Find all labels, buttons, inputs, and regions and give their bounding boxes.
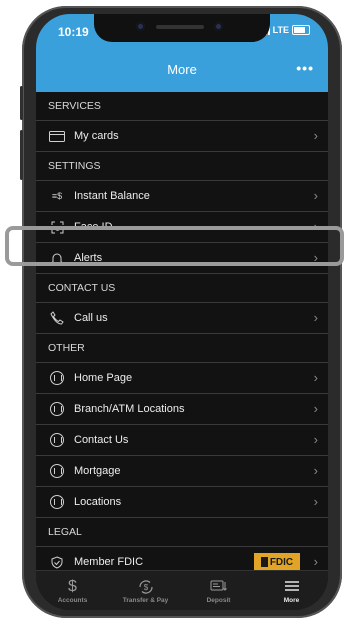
section-header-other: OTHER <box>36 334 328 363</box>
chevron-right-icon: › <box>313 463 318 478</box>
fdic-badge: FDIC <box>254 553 300 571</box>
battery-icon <box>292 25 310 35</box>
menu-item-label: My cards <box>74 130 119 142</box>
menu-item-instant-balance[interactable]: ≡$ Instant Balance › <box>36 181 328 212</box>
tab-transfer-pay[interactable]: $ Transfer & Pay <box>109 571 182 610</box>
menu-item-contact-us[interactable]: Contact Us › <box>36 425 328 456</box>
network-label: LTE <box>272 25 289 35</box>
menu-item-branch-atm[interactable]: Branch/ATM Locations › <box>36 394 328 425</box>
chevron-right-icon: › <box>313 128 318 143</box>
hamburger-menu-icon <box>284 579 300 595</box>
menu-item-label: Instant Balance <box>74 190 150 202</box>
page-title: More <box>167 61 197 77</box>
section-header-contact: CONTACT US <box>36 274 328 303</box>
menu-item-my-cards[interactable]: My cards › <box>36 121 328 152</box>
menu-item-label: Locations <box>74 496 122 508</box>
more-menu-list: SERVICES My cards › SETTINGS ≡$ Instant … <box>36 92 328 578</box>
transfer-icon: $ <box>137 579 155 595</box>
phone-notch <box>94 14 270 42</box>
bank-icon <box>48 495 66 509</box>
chevron-right-icon: › <box>313 432 318 447</box>
bank-icon <box>48 402 66 416</box>
dollar-icon: $ <box>68 577 77 595</box>
chevron-right-icon: › <box>313 494 318 509</box>
more-dots-icon[interactable]: ••• <box>296 60 314 76</box>
tab-label: More <box>283 596 300 604</box>
bottom-tab-bar: $ Accounts $ Transfer & Pay Deposit More <box>36 570 328 610</box>
shield-check-icon <box>48 555 66 569</box>
tab-label: Transfer & Pay <box>122 596 169 604</box>
nav-bar: More ••• <box>36 46 328 92</box>
instant-balance-icon: ≡$ <box>51 191 63 201</box>
phone-icon <box>48 311 66 325</box>
tab-more[interactable]: More <box>255 571 328 610</box>
menu-item-locations[interactable]: Locations › <box>36 487 328 518</box>
tab-label: Deposit <box>206 596 231 604</box>
bank-icon <box>48 464 66 478</box>
camera-icon <box>214 22 223 31</box>
tab-deposit[interactable]: Deposit <box>182 571 255 610</box>
section-header-settings: SETTINGS <box>36 152 328 181</box>
chevron-right-icon: › <box>313 370 318 385</box>
chevron-right-icon: › <box>313 401 318 416</box>
card-icon <box>48 129 66 143</box>
menu-item-label: Branch/ATM Locations <box>74 403 185 415</box>
deposit-check-icon <box>210 579 228 595</box>
menu-item-label: Home Page <box>74 372 133 384</box>
chevron-right-icon: › <box>313 188 318 203</box>
menu-item-label: Mortgage <box>74 465 121 477</box>
menu-item-label: Call us <box>74 312 108 324</box>
tab-label: Accounts <box>57 596 88 604</box>
camera-icon <box>136 22 145 31</box>
bank-icon <box>48 371 66 385</box>
svg-text:$: $ <box>143 583 148 592</box>
menu-item-home-page[interactable]: Home Page › <box>36 363 328 394</box>
speaker-grille <box>156 25 204 29</box>
section-header-services: SERVICES <box>36 92 328 121</box>
menu-item-label: Contact Us <box>74 434 129 446</box>
chevron-right-icon: › <box>313 310 318 325</box>
alerts-highlight-box <box>5 226 344 266</box>
menu-item-mortgage[interactable]: Mortgage › <box>36 456 328 487</box>
phone-side-button <box>20 86 23 120</box>
chevron-right-icon: › <box>313 554 318 569</box>
tab-accounts[interactable]: $ Accounts <box>36 571 109 610</box>
status-time: 10:19 <box>58 25 89 39</box>
menu-item-label: Member FDIC <box>74 556 144 568</box>
menu-item-call-us[interactable]: Call us › <box>36 303 328 334</box>
screen: 10:19 LTE More ••• SERVICES My cards › S… <box>36 14 328 610</box>
phone-side-button <box>20 130 23 180</box>
bank-icon <box>48 433 66 447</box>
section-header-legal: LEGAL <box>36 518 328 547</box>
